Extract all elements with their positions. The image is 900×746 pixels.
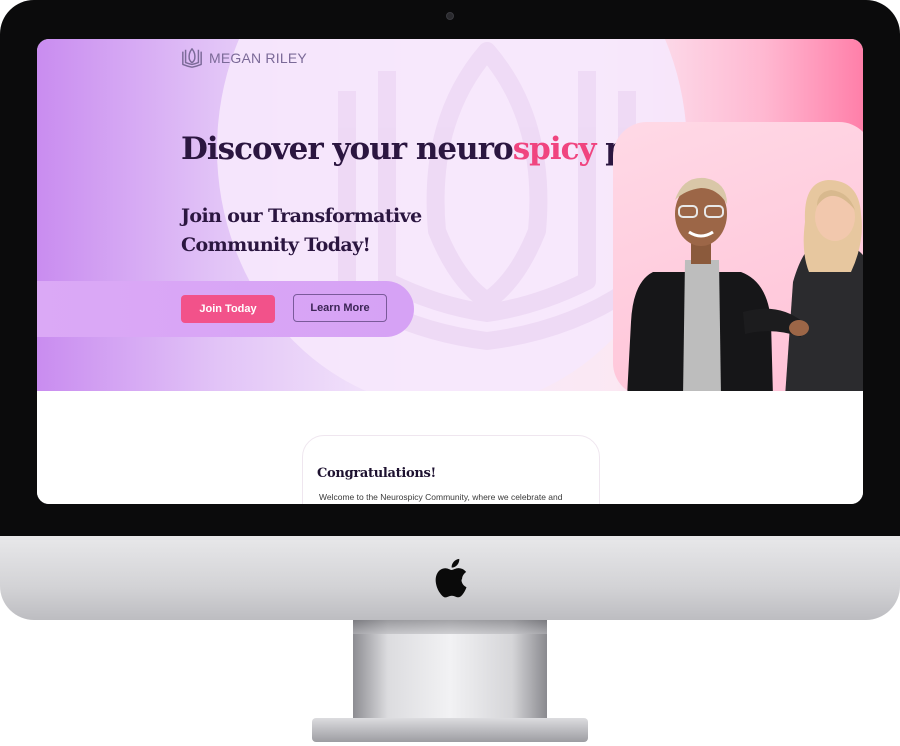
card-body: Welcome to the Neurospicy Community, whe… <box>319 492 563 502</box>
hero-photo <box>613 122 863 397</box>
imac-stand <box>353 620 547 724</box>
apple-icon <box>435 558 467 598</box>
brand-name: MEGAN RILEY <box>209 50 307 66</box>
headline-accent: spicy <box>512 131 597 167</box>
welcome-card: Congratulations! Welcome to the Neurospi… <box>302 435 600 504</box>
learn-more-button[interactable]: Learn More <box>293 294 387 322</box>
brand-logo[interactable]: MEGAN RILEY <box>181 46 307 70</box>
join-today-button[interactable]: Join Today <box>181 295 275 323</box>
card-title: Congratulations! <box>317 466 436 481</box>
two-smiling-women-photo <box>627 177 863 397</box>
hero-section: MEGAN RILEY Discover your neurospicy pot… <box>37 39 863 409</box>
stand-shadow <box>353 620 547 634</box>
screen: MEGAN RILEY Discover your neurospicy pot… <box>37 39 863 504</box>
book-crest-icon <box>182 48 202 68</box>
hero-subheadline: Join our Transformative Community Today! <box>181 205 422 256</box>
content-section: Congratulations! Welcome to the Neurospi… <box>37 391 863 504</box>
imac-chin <box>0 536 900 620</box>
camera-icon <box>446 12 454 20</box>
imac-base <box>312 718 588 742</box>
